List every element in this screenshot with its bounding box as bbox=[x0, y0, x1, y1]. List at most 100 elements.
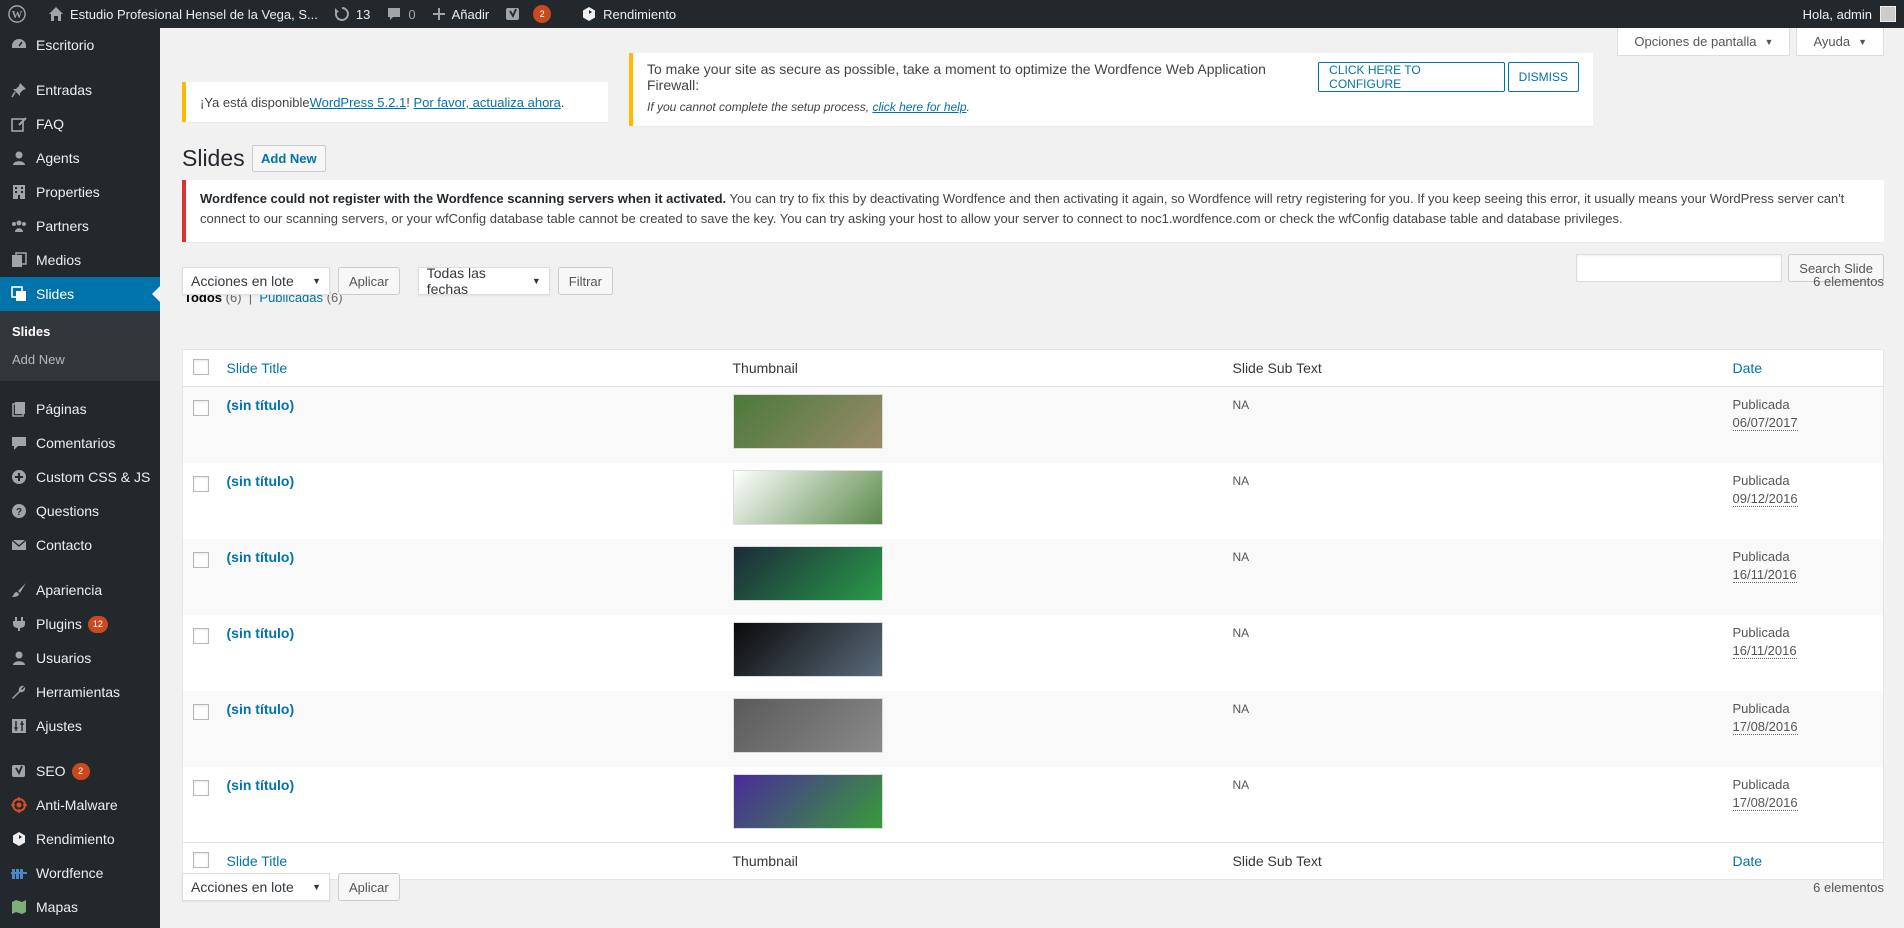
slide-thumbnail[interactable] bbox=[732, 545, 883, 601]
row-checkbox[interactable] bbox=[193, 551, 209, 568]
yoast-menu[interactable]: 2 bbox=[497, 0, 559, 28]
sidebar-item-custom-css-js[interactable]: Custom CSS & JS bbox=[0, 460, 160, 494]
bulk-actions-select[interactable]: Acciones en lote ▼ bbox=[182, 873, 330, 901]
row-status: Publicada bbox=[1732, 397, 1790, 412]
row-checkbox[interactable] bbox=[193, 475, 209, 492]
slide-thumbnail[interactable] bbox=[732, 773, 883, 829]
sidebar-item-slides[interactable]: Slides bbox=[0, 277, 160, 311]
updates-icon bbox=[334, 6, 350, 22]
groups-icon bbox=[10, 217, 28, 235]
configure-firewall-button[interactable]: CLICK HERE TO CONFIGURE bbox=[1318, 62, 1505, 92]
slide-thumbnail[interactable] bbox=[732, 469, 883, 525]
column-date-sort[interactable]: Date bbox=[1733, 853, 1763, 869]
submenu-add-new[interactable]: Add New bbox=[0, 345, 160, 373]
sidebar-item-entradas[interactable]: Entradas bbox=[0, 73, 160, 107]
row-title-link[interactable]: (sin título) bbox=[227, 777, 295, 793]
apply-button[interactable]: Aplicar bbox=[338, 267, 400, 295]
site-name: Estudio Profesional Hensel de la Vega, S… bbox=[70, 6, 318, 22]
column-date-sort[interactable]: Date bbox=[1733, 360, 1763, 376]
row-title-link[interactable]: (sin título) bbox=[227, 701, 295, 717]
bulk-actions-select[interactable]: Acciones en lote ▼ bbox=[182, 267, 330, 295]
sidebar-item-agents[interactable]: Agents bbox=[0, 141, 160, 175]
sidebar-item-faq[interactable]: FAQ bbox=[0, 107, 160, 141]
performance-icon bbox=[10, 830, 28, 848]
row-status: Publicada bbox=[1732, 548, 1790, 564]
row-subtext: NA bbox=[1232, 398, 1250, 412]
slide-thumbnail[interactable] bbox=[732, 621, 883, 677]
sidebar-item-apariencia[interactable]: Apariencia bbox=[0, 573, 160, 607]
bulk-actions-value: Acciones en lote bbox=[191, 879, 294, 895]
row-checkbox[interactable] bbox=[193, 400, 209, 416]
site-name-menu[interactable]: Estudio Profesional Hensel de la Vega, S… bbox=[40, 0, 326, 28]
slide-thumbnail[interactable] bbox=[732, 394, 883, 449]
pin-icon bbox=[10, 81, 28, 99]
sidebar-item-medios[interactable]: Medios bbox=[0, 243, 160, 277]
sidebar-item-label: Entradas bbox=[36, 82, 93, 98]
screen-options-button[interactable]: Opciones de pantalla ▼ bbox=[1617, 28, 1791, 56]
row-date: 16/11/2016 bbox=[1732, 642, 1797, 659]
dismiss-button[interactable]: DISMISS bbox=[1507, 62, 1579, 92]
select-all-checkbox[interactable] bbox=[193, 358, 209, 375]
sidebar-item-herramientas[interactable]: Herramientas bbox=[0, 675, 160, 709]
row-check-cell bbox=[183, 767, 223, 843]
sidebar-item-usuarios[interactable]: Usuarios bbox=[0, 641, 160, 675]
performance-label: Rendimiento bbox=[603, 6, 677, 22]
slides-submenu: Slides Add New bbox=[0, 311, 160, 381]
row-subtext: NA bbox=[1232, 549, 1250, 564]
sidebar-item-rendimiento[interactable]: Rendimiento bbox=[0, 822, 160, 856]
sidebar-item-wordfence[interactable]: Wordfence bbox=[0, 856, 160, 890]
row-title-link[interactable]: (sin título) bbox=[227, 397, 295, 413]
add-new-slide-button[interactable]: Add New bbox=[252, 145, 326, 172]
apply-button[interactable]: Aplicar bbox=[338, 873, 400, 901]
sidebar-item-comentarios[interactable]: Comentarios bbox=[0, 426, 160, 460]
my-account-menu[interactable]: Hola, admin bbox=[1795, 0, 1896, 28]
new-content-menu[interactable]: Añadir bbox=[424, 0, 498, 28]
select-all-checkbox[interactable] bbox=[193, 851, 209, 868]
help-label: Ayuda bbox=[1813, 34, 1851, 49]
row-checkbox[interactable] bbox=[193, 703, 209, 720]
comments-menu[interactable]: 0 bbox=[378, 0, 423, 28]
submenu-slides[interactable]: Slides bbox=[0, 317, 160, 345]
sidebar-item-ajustes[interactable]: Ajustes bbox=[0, 709, 160, 743]
help-link[interactable]: click here for help bbox=[872, 100, 966, 114]
caret-down-icon: ▼ bbox=[1858, 36, 1867, 47]
sidebar-item-label: Wordfence bbox=[36, 865, 104, 881]
select-caret-icon: ▼ bbox=[312, 276, 321, 286]
update-now-link[interactable]: Por favor, actualiza ahora bbox=[413, 95, 560, 110]
date-filter-select[interactable]: Todas las fechas ▼ bbox=[417, 265, 550, 297]
sidebar-item-mapas[interactable]: Mapas bbox=[0, 890, 160, 924]
row-checkbox[interactable] bbox=[193, 779, 209, 796]
sidebar-item-contacto[interactable]: Contacto bbox=[0, 528, 160, 562]
sidebar-item-anti-malware[interactable]: Anti-Malware bbox=[0, 788, 160, 822]
slide-thumbnail[interactable] bbox=[732, 697, 883, 753]
edit-icon bbox=[10, 115, 28, 133]
plus-circle-icon bbox=[10, 468, 28, 486]
sidebar-item-partners[interactable]: Partners bbox=[0, 209, 160, 243]
filter-button[interactable]: Filtrar bbox=[557, 267, 613, 295]
updates-menu[interactable]: 13 bbox=[326, 0, 378, 28]
row-title-link[interactable]: (sin título) bbox=[227, 549, 295, 565]
svg-text:?: ? bbox=[16, 507, 22, 518]
pages-icon bbox=[10, 400, 28, 418]
row-date: 17/08/2016 bbox=[1732, 718, 1798, 735]
column-title-sort[interactable]: Slide Title bbox=[227, 360, 288, 376]
row-title-link[interactable]: (sin título) bbox=[227, 625, 295, 641]
column-title-sort[interactable]: Slide Title bbox=[227, 853, 288, 869]
sidebar-item-escritorio[interactable]: Escritorio bbox=[0, 28, 160, 62]
row-checkbox[interactable] bbox=[193, 627, 209, 644]
settings-icon bbox=[10, 717, 28, 735]
sidebar-item-questions[interactable]: ? Questions bbox=[0, 494, 160, 528]
sidebar-item-plugins[interactable]: Plugins 12 bbox=[0, 607, 160, 641]
sidebar-item-seo[interactable]: SEO 2 bbox=[0, 754, 160, 788]
row-subtext: NA bbox=[1232, 625, 1250, 640]
row-title-link[interactable]: (sin título) bbox=[227, 473, 295, 489]
sidebar-item-properties[interactable]: Properties bbox=[0, 175, 160, 209]
sidebar-item-páginas[interactable]: Páginas bbox=[0, 392, 160, 426]
wordpress-version-link[interactable]: WordPress 5.2.1 bbox=[310, 95, 407, 110]
menu-separator bbox=[0, 562, 160, 573]
help-button[interactable]: Ayuda ▼ bbox=[1796, 28, 1884, 56]
row-check-cell bbox=[183, 539, 223, 615]
performance-menu[interactable]: Rendimiento bbox=[573, 0, 684, 28]
main-content: Opciones de pantalla ▼ Ayuda ▼ ¡Ya está di… bbox=[160, 28, 1904, 928]
wp-logo-menu[interactable]: W bbox=[0, 0, 40, 28]
